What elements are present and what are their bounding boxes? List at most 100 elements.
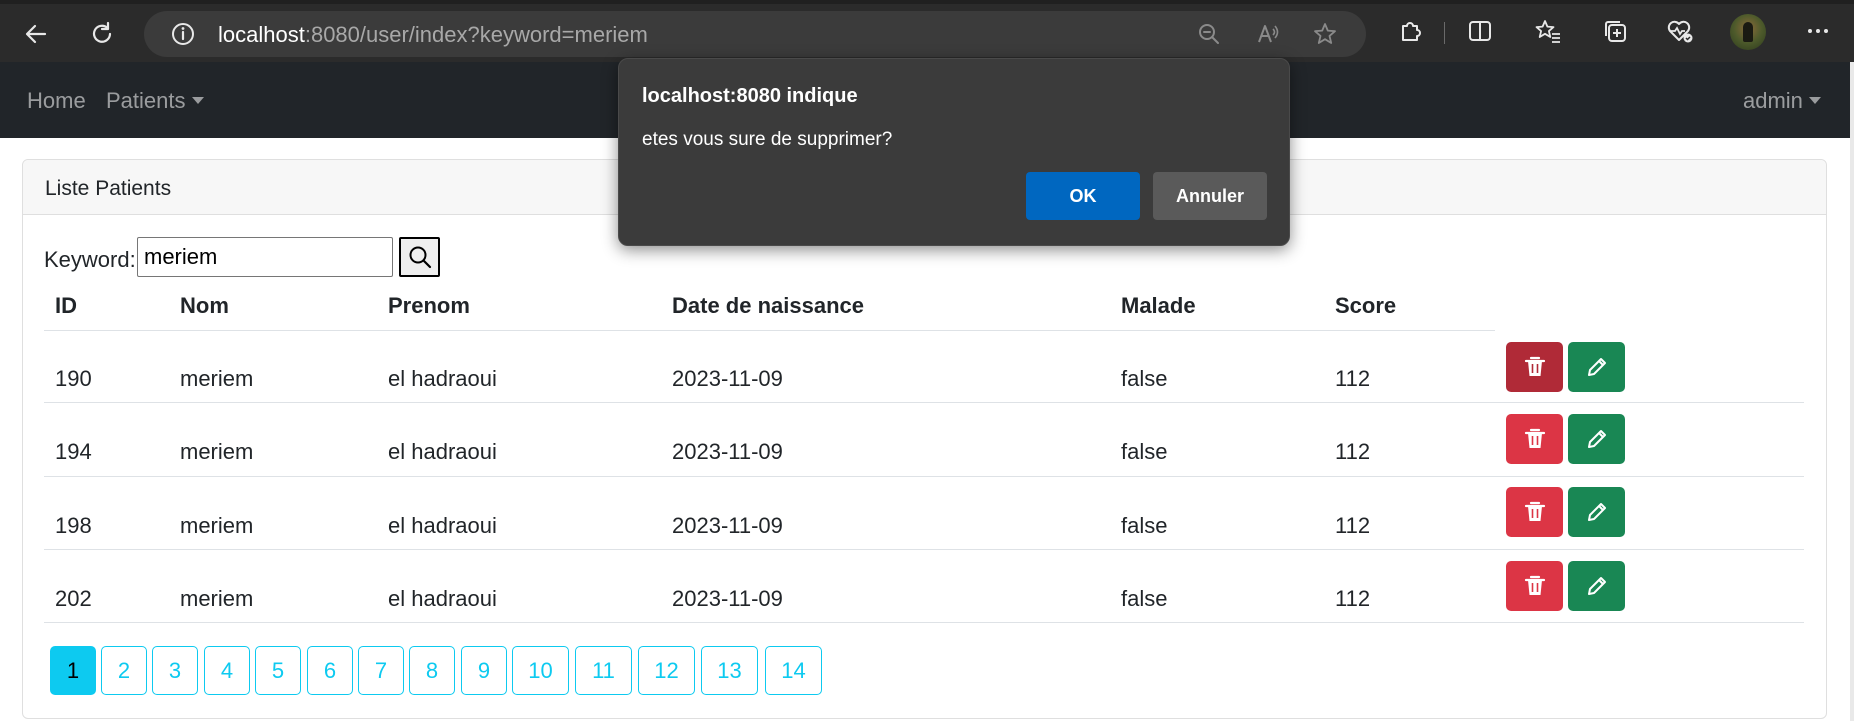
site-info-icon[interactable]: [168, 19, 198, 49]
nav-home-link[interactable]: Home: [27, 88, 86, 114]
url-text: localhost:8080/user/index?keyword=meriem: [218, 22, 648, 48]
page-button-2[interactable]: 2: [101, 646, 147, 695]
profile-avatar[interactable]: [1730, 14, 1766, 50]
page-button-6[interactable]: 6: [307, 646, 353, 695]
page-button-3[interactable]: 3: [152, 646, 198, 695]
keyword-input[interactable]: [137, 237, 393, 277]
dialog-message: etes vous sure de supprimer?: [642, 129, 893, 150]
nav-user-label: admin: [1743, 88, 1803, 113]
url-host: localhost: [218, 22, 305, 47]
column-header-id: ID: [55, 293, 77, 318]
page-button-11[interactable]: 11: [575, 646, 632, 695]
cancel-button[interactable]: Annuler: [1153, 172, 1267, 220]
trash-icon: [1524, 356, 1545, 376]
cell-malade: false: [1121, 513, 1168, 538]
chevron-down-icon: [1808, 97, 1821, 104]
favorite-star-icon[interactable]: [1310, 19, 1340, 49]
favorites-icon[interactable]: [1531, 14, 1565, 48]
delete-button[interactable]: [1506, 414, 1563, 464]
cell-nom: meriem: [180, 366, 254, 391]
cell-date-naissance: 2023-11-09: [672, 586, 783, 611]
trash-icon: [1524, 501, 1545, 521]
zoom-out-icon[interactable]: [1194, 19, 1224, 49]
cell-date-naissance: 2023-11-09: [672, 366, 783, 391]
pencil-icon: [1587, 358, 1606, 376]
browser-toolbar: localhost:8080/user/index?keyword=meriem: [0, 0, 1854, 62]
trash-icon: [1524, 428, 1545, 448]
pencil-icon: [1587, 503, 1606, 521]
cell-date-naissance: 2023-11-09: [672, 439, 783, 464]
page-scrollbar[interactable]: [1850, 62, 1854, 721]
collections-icon[interactable]: [1598, 14, 1632, 48]
page-button-8[interactable]: 8: [409, 646, 455, 695]
delete-button[interactable]: [1506, 487, 1563, 537]
nav-user-dropdown[interactable]: admin: [1743, 88, 1821, 114]
page-button-10[interactable]: 10: [512, 646, 569, 695]
cell-nom: meriem: [180, 439, 254, 464]
toolbar-separator: [1444, 22, 1445, 44]
reload-icon: [92, 21, 112, 43]
edit-button[interactable]: [1568, 561, 1625, 611]
address-bar[interactable]: localhost:8080/user/index?keyword=meriem: [144, 11, 1366, 57]
page-button-12[interactable]: 12: [638, 646, 695, 695]
column-header-nom: Nom: [180, 293, 229, 318]
search-button[interactable]: [399, 237, 440, 277]
page-button-13[interactable]: 13: [701, 646, 758, 695]
search-icon: [409, 246, 431, 269]
edit-button[interactable]: [1568, 414, 1625, 464]
edit-button[interactable]: [1568, 487, 1625, 537]
cell-prenom: el hadraoui: [388, 366, 497, 391]
page-button-9[interactable]: 9: [461, 646, 507, 695]
delete-button[interactable]: [1506, 342, 1563, 392]
more-options-icon[interactable]: [1801, 14, 1835, 48]
card-title: Liste Patients: [45, 177, 172, 200]
cell-score: 112: [1335, 366, 1371, 391]
nav-patients-dropdown[interactable]: Patients: [106, 88, 204, 114]
confirm-dialog: localhost:8080 indique etes vous sure de…: [618, 58, 1290, 246]
chevron-down-icon: [191, 97, 204, 104]
page-button-7[interactable]: 7: [358, 646, 404, 695]
row-divider: [44, 476, 1804, 477]
cell-prenom: el hadraoui: [388, 513, 497, 538]
cell-malade: false: [1121, 586, 1168, 611]
cell-score: 112: [1335, 439, 1371, 464]
delete-button[interactable]: [1506, 561, 1563, 611]
ok-button[interactable]: OK: [1026, 172, 1140, 220]
page-button-5[interactable]: 5: [255, 646, 301, 695]
row-divider: [44, 549, 1804, 550]
trash-icon: [1524, 575, 1545, 595]
page-button-4[interactable]: 4: [204, 646, 250, 695]
back-arrow-icon: [25, 24, 47, 44]
extensions-icon[interactable]: [1393, 14, 1427, 48]
url-path: :8080/user/index?keyword=meriem: [304, 22, 648, 47]
column-header-prenom: Prenom: [388, 293, 470, 318]
row-divider: [44, 402, 1804, 403]
cell-date-naissance: 2023-11-09: [672, 513, 783, 538]
page-button-1[interactable]: 1: [50, 646, 96, 695]
cell-nom: meriem: [180, 586, 254, 611]
tab-strip-edge: [0, 0, 1854, 4]
pencil-icon: [1587, 430, 1606, 448]
reload-button[interactable]: [82, 14, 122, 54]
pencil-icon: [1587, 577, 1606, 595]
cell-id: 190: [55, 366, 92, 391]
cell-score: 112: [1335, 513, 1371, 538]
cell-malade: false: [1121, 366, 1168, 391]
row-divider: [44, 622, 1804, 623]
cell-prenom: el hadraoui: [388, 439, 497, 464]
cell-score: 112: [1335, 586, 1371, 611]
edit-button[interactable]: [1568, 342, 1625, 392]
page-button-14[interactable]: 14: [765, 646, 822, 695]
browser-essentials-icon[interactable]: [1663, 14, 1697, 48]
column-header-score: Score: [1335, 293, 1397, 318]
split-screen-icon[interactable]: [1463, 14, 1497, 48]
column-header-date-naissance: Date de naissance: [672, 293, 864, 318]
table-header-divider: [44, 330, 1495, 331]
keyword-label: Keyword:: [44, 247, 136, 272]
read-aloud-icon[interactable]: [1253, 19, 1283, 49]
cell-malade: false: [1121, 439, 1168, 464]
cell-id: 198: [55, 513, 92, 538]
dialog-title: localhost:8080 indique: [642, 85, 858, 107]
cell-id: 202: [55, 586, 92, 611]
back-button[interactable]: [16, 14, 56, 54]
